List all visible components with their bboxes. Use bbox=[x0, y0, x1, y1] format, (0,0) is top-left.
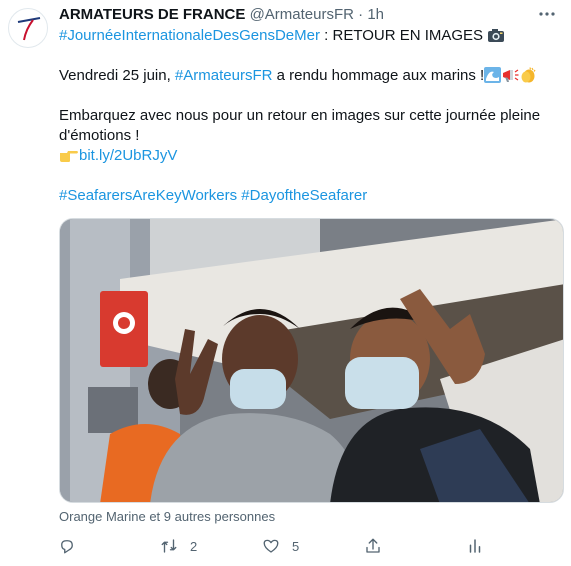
retweet-count: 2 bbox=[190, 538, 198, 554]
analytics-icon bbox=[469, 539, 481, 553]
line-hashtags: #SeafarersAreKeyWorkers #DayoftheSeafare… bbox=[59, 186, 549, 206]
tweet[interactable]: ARMATEURS DE FRANCE @ArmateursFR · 1h #J… bbox=[0, 0, 571, 566]
line-link: bit.ly/2UbRJyV bbox=[59, 146, 549, 166]
mention-armateurs[interactable]: #ArmateursFR bbox=[175, 67, 273, 84]
tweet-text: #JournéeInternationaleDesGensDeMer : RET… bbox=[59, 26, 549, 206]
share-icon bbox=[366, 538, 380, 553]
hashtag-journee[interactable]: #JournéeInternationaleDesGensDeMer bbox=[59, 27, 320, 44]
more-icon[interactable] bbox=[535, 4, 559, 24]
timestamp[interactable]: 1h bbox=[367, 6, 384, 23]
author-handle[interactable]: @ArmateursFR bbox=[250, 6, 354, 23]
like-button[interactable]: 5 bbox=[262, 532, 299, 560]
hashtag-seafarers[interactable]: #SeafarersAreKeyWorkers bbox=[59, 187, 237, 204]
author-name[interactable]: ARMATEURS DE FRANCE bbox=[59, 6, 245, 23]
tweet-header: ARMATEURS DE FRANCE @ArmateursFR · 1h bbox=[59, 5, 384, 25]
armateurs-logo bbox=[17, 17, 41, 41]
separator-dot: · bbox=[358, 6, 364, 23]
like-count: 5 bbox=[292, 538, 300, 554]
para2-line2: d'émotions ! bbox=[59, 127, 140, 144]
point-right-emoji bbox=[60, 151, 78, 162]
camera-emoji bbox=[488, 29, 505, 42]
avatar[interactable] bbox=[8, 8, 48, 48]
para1-start: Vendredi 25 juin, bbox=[59, 67, 175, 84]
tweet-photo[interactable] bbox=[59, 218, 564, 503]
tweet-actions: 2 5 bbox=[52, 532, 492, 560]
para2-line1: Embarquez avec nous pour un retour en im… bbox=[59, 107, 541, 124]
analytics-button[interactable] bbox=[466, 532, 484, 560]
short-link[interactable]: bit.ly/2UbRJyV bbox=[79, 147, 177, 164]
megaphone-emoji bbox=[503, 69, 519, 82]
line-headline: #JournéeInternationaleDesGensDeMer : RET… bbox=[59, 26, 549, 46]
retweet-button[interactable]: 2 bbox=[160, 532, 197, 560]
like-icon bbox=[263, 539, 279, 553]
hashtag-dayoftheseafarer[interactable]: #DayoftheSeafarer bbox=[241, 187, 367, 204]
reply-icon bbox=[61, 540, 73, 554]
share-button[interactable] bbox=[364, 532, 382, 560]
retweet-icon bbox=[161, 539, 177, 553]
wave-emoji bbox=[484, 67, 502, 83]
reply-button[interactable] bbox=[58, 532, 76, 560]
clap-emoji bbox=[521, 67, 536, 83]
photo-tags[interactable]: Orange Marine et 9 autres personnes bbox=[59, 509, 275, 525]
headline-text: : RETOUR EN IMAGES bbox=[319, 27, 488, 44]
line-para1: Vendredi 25 juin, #ArmateursFR a rendu h… bbox=[59, 66, 549, 86]
photo-two-seafarers bbox=[60, 219, 563, 502]
para1-end: a rendu hommage aux marins ! bbox=[272, 67, 485, 84]
